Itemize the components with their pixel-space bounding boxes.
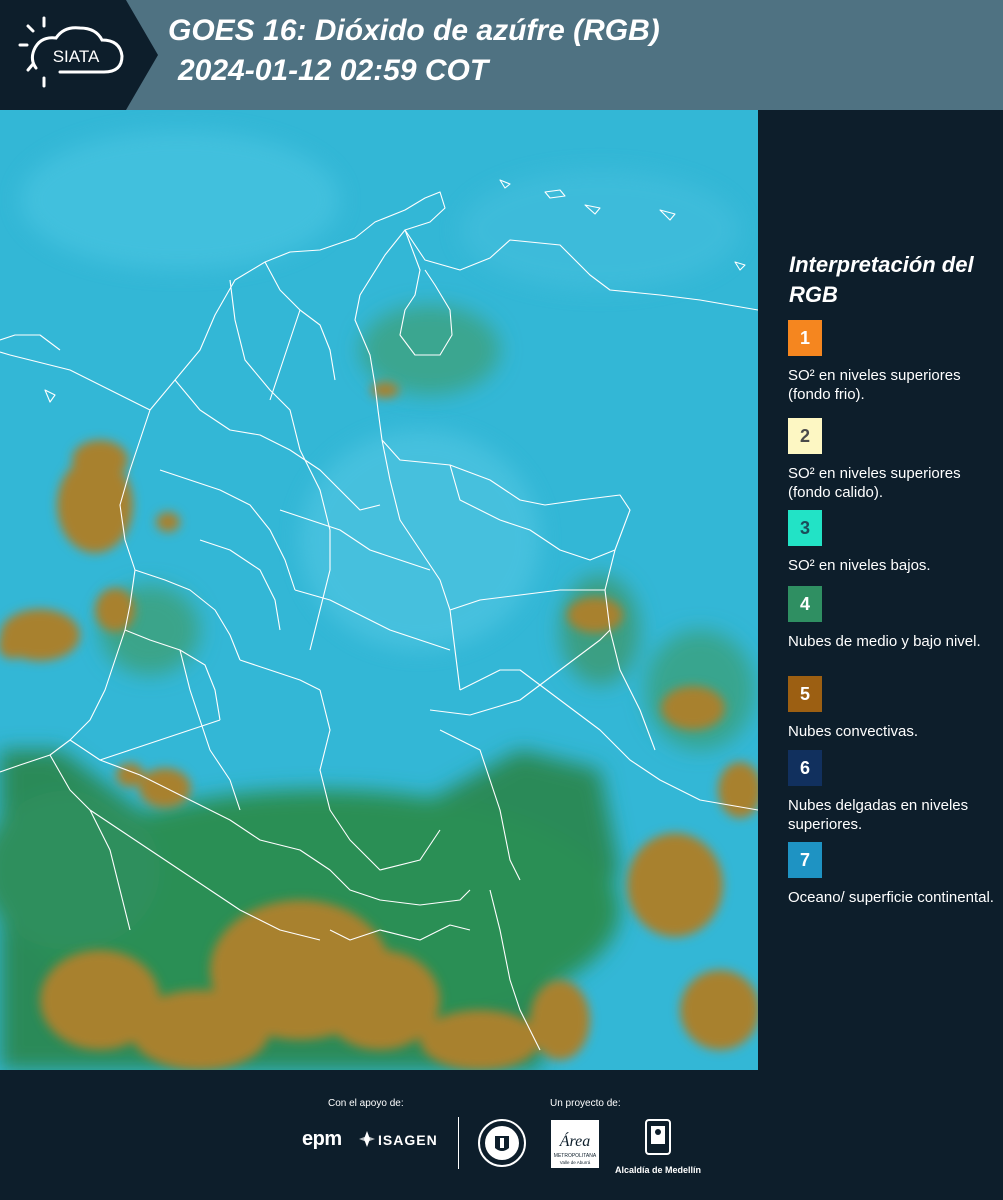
legend-swatch: 2 [788, 418, 822, 454]
svg-text:METROPOLITANA: METROPOLITANA [554, 1153, 597, 1159]
page-subtitle-datetime: 2024-01-12 02:59 COT [178, 54, 489, 87]
legend-swatch: 7 [788, 842, 822, 878]
project-label: Un proyecto de: [550, 1098, 621, 1109]
footer-bar: Con el apoyo de: Un proyecto de: epm ISA… [0, 1070, 1003, 1200]
medellin-seal-icon [477, 1118, 527, 1173]
legend-item-label: SO² en niveles superiores (fondo frio). [788, 367, 961, 403]
area-metropolitana-logo: Área METROPOLITANA Valle de Aburrá [551, 1120, 599, 1168]
legend-item-label: SO² en niveles bajos. [788, 557, 931, 574]
legend-item: 5 Nubes convectivas. [788, 676, 998, 741]
legend-item: 4 Nubes de medio y bajo nivel. [788, 586, 998, 651]
legend-item-label: Oceano/ superficie continental. [788, 889, 994, 906]
legend-panel: Interpretación del RGB 1 SO² en niveles … [758, 110, 1003, 1070]
isagen-logo: ISAGEN [378, 1132, 438, 1148]
legend-swatch: 6 [788, 750, 822, 786]
legend-item: 7 Oceano/ superficie continental. [788, 842, 998, 907]
legend-swatch: 3 [788, 510, 822, 546]
legend-swatch: 5 [788, 676, 822, 712]
svg-text:Valle de Aburrá: Valle de Aburrá [560, 1160, 591, 1165]
siata-logo: SIATA [0, 0, 160, 110]
legend-item-label: Nubes delgadas en niveles superiores. [788, 797, 969, 833]
support-label: Con el apoyo de: [328, 1098, 404, 1109]
legend-item: 3 SO² en niveles bajos. [788, 510, 998, 575]
alcaldia-label: Alcaldía de Medellín [614, 1165, 702, 1175]
svg-text:SIATA: SIATA [53, 47, 100, 66]
footer-divider [458, 1117, 459, 1169]
page-title: GOES 16: Dióxido de azúfre (RGB) [168, 14, 660, 47]
alcaldia-shield-icon [645, 1119, 671, 1155]
alcaldia-medellin-logo: Alcaldía de Medellín [612, 1118, 704, 1175]
isagen-mark-icon [358, 1130, 376, 1153]
legend-item-label: SO² en niveles superiores (fondo calido)… [788, 465, 961, 501]
satellite-map [0, 110, 758, 1070]
legend-item: 6 Nubes delgadas en niveles superiores. [788, 750, 998, 834]
legend-swatch: 1 [788, 320, 822, 356]
legend-title: Interpretación del RGB [789, 252, 974, 307]
header-bar: SIATA GOES 16: Dióxido de azúfre (RGB) 2… [0, 0, 1003, 110]
legend-swatch: 4 [788, 586, 822, 622]
legend-item-label: Nubes de medio y bajo nivel. [788, 633, 981, 650]
svg-text:Área: Área [559, 1131, 591, 1150]
legend-item: 1 SO² en niveles superiores (fondo frio)… [788, 320, 998, 404]
epm-logo: epm [302, 1128, 342, 1150]
legend-item: 2 SO² en niveles superiores (fondo calid… [788, 418, 998, 502]
legend-item-label: Nubes convectivas. [788, 723, 919, 740]
